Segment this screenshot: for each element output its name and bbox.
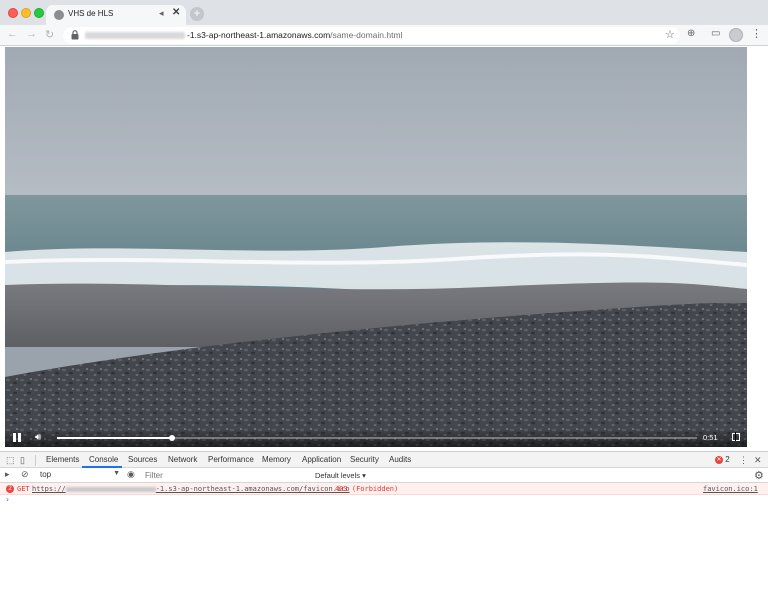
log-levels-dropdown[interactable]: Default levels ▾ (315, 471, 366, 480)
tab-performance[interactable]: Performance (208, 455, 254, 464)
context-value: top (40, 470, 52, 479)
browser-titlebar: VHS de HLS ◂ ✕ + (0, 0, 768, 25)
context-select[interactable]: top ▼ (40, 470, 120, 481)
filter-input[interactable] (145, 470, 305, 481)
pause-button[interactable] (13, 433, 21, 442)
device-toolbar-icon[interactable]: ▯ (20, 455, 25, 466)
browser-toolbar: ← → ↻ -1.s3-ap-northeast-1.amazonaws.com… (0, 25, 768, 46)
tab-application[interactable]: Application (302, 455, 341, 464)
sky (5, 47, 747, 197)
url-text: -1.s3-ap-northeast-1.amazonaws.com/same-… (85, 30, 402, 40)
error-repeat-badge: 2 (6, 485, 14, 493)
console-prompt[interactable]: › (5, 495, 10, 504)
address-bar[interactable]: -1.s3-ap-northeast-1.amazonaws.com/same-… (63, 27, 680, 44)
volume-icon[interactable]: 🔊︎ (35, 432, 41, 443)
extension-icon[interactable]: ⊕ (687, 28, 695, 39)
minimize-window-button[interactable] (21, 8, 31, 18)
error-icon: ✕ (715, 456, 723, 464)
new-tab-button[interactable]: + (190, 7, 204, 21)
globe-icon (54, 10, 64, 20)
clear-console-icon[interactable]: ⊘ (21, 469, 29, 480)
speaker-icon[interactable]: ◂ (159, 8, 164, 19)
lock-icon (71, 30, 79, 40)
video-player[interactable]: 🔊︎ 0:51 (5, 47, 747, 447)
forward-arrow-icon[interactable]: → (26, 28, 37, 40)
error-url[interactable]: https:// -1.s3-ap-northeast-1.amazonaws.c… (32, 485, 350, 493)
video-controls: 🔊︎ 0:51 (5, 429, 747, 447)
eye-icon[interactable]: ◉ (127, 469, 135, 480)
time-display: 0:51 (703, 433, 718, 442)
url-path: /same-domain.html (330, 30, 403, 40)
dropdown-arrow-icon: ▼ (113, 470, 120, 477)
devtools-menu-icon[interactable]: ⋮ (739, 455, 748, 466)
fullscreen-icon[interactable] (732, 432, 740, 441)
tab-sources[interactable]: Sources (128, 455, 157, 464)
avatar[interactable] (729, 28, 743, 42)
error-status: 403 (Forbidden) (335, 485, 399, 493)
tab-close-button[interactable]: ✕ (172, 7, 180, 18)
reload-icon[interactable]: ↻ (45, 28, 54, 41)
maximize-window-button[interactable] (34, 8, 44, 18)
browser-tab[interactable]: VHS de HLS ◂ ✕ (46, 5, 186, 25)
devtools-tabbar: ⬚ ▯ Elements Console Sources Network Perform… (0, 451, 768, 468)
progress-handle[interactable] (169, 435, 176, 441)
progress-fill (57, 437, 173, 439)
console-error-row[interactable]: 2 GET https:// -1.s3-ap-northeast-1.amazo… (0, 483, 768, 495)
inspect-element-icon[interactable]: ⬚ (6, 455, 15, 466)
error-count: 2 (725, 455, 730, 464)
error-method: GET (17, 485, 30, 493)
sidebar-toggle-icon[interactable]: ▸ (5, 469, 10, 480)
cast-icon[interactable]: ▭ (711, 28, 720, 39)
redacted-host (65, 486, 156, 492)
error-counter[interactable]: ✕ 2 (715, 455, 730, 464)
error-url-suffix: -1.s3-ap-northeast-1.amazonaws.com/favic… (155, 485, 350, 493)
console-toolbar: ▸ ⊘ top ▼ ◉ Default levels ▾ ⚙ (0, 468, 768, 483)
url-host: -1.s3-ap-northeast-1.amazonaws.com (187, 30, 331, 40)
tab-network[interactable]: Network (168, 455, 197, 464)
redacted-host (85, 32, 185, 40)
error-source-link[interactable]: favicon.ico:1 (703, 485, 758, 493)
close-devtools-icon[interactable]: ✕ (754, 455, 762, 466)
browser-menu-icon[interactable]: ⋮ (751, 27, 762, 40)
video-frame (5, 47, 747, 447)
tab-title: VHS de HLS (68, 9, 114, 18)
tab-security[interactable]: Security (350, 455, 379, 464)
tab-memory[interactable]: Memory (262, 455, 291, 464)
divider (35, 455, 36, 466)
progress-bar[interactable] (57, 435, 697, 441)
star-icon[interactable]: ☆ (665, 28, 675, 41)
close-window-button[interactable] (8, 8, 18, 18)
tab-audits[interactable]: Audits (389, 455, 411, 464)
gear-icon[interactable]: ⚙ (754, 469, 764, 482)
back-arrow-icon[interactable]: ← (7, 28, 18, 40)
error-url-prefix: https:// (32, 485, 66, 493)
tab-elements[interactable]: Elements (46, 455, 79, 464)
tab-console[interactable]: Console (89, 455, 118, 464)
